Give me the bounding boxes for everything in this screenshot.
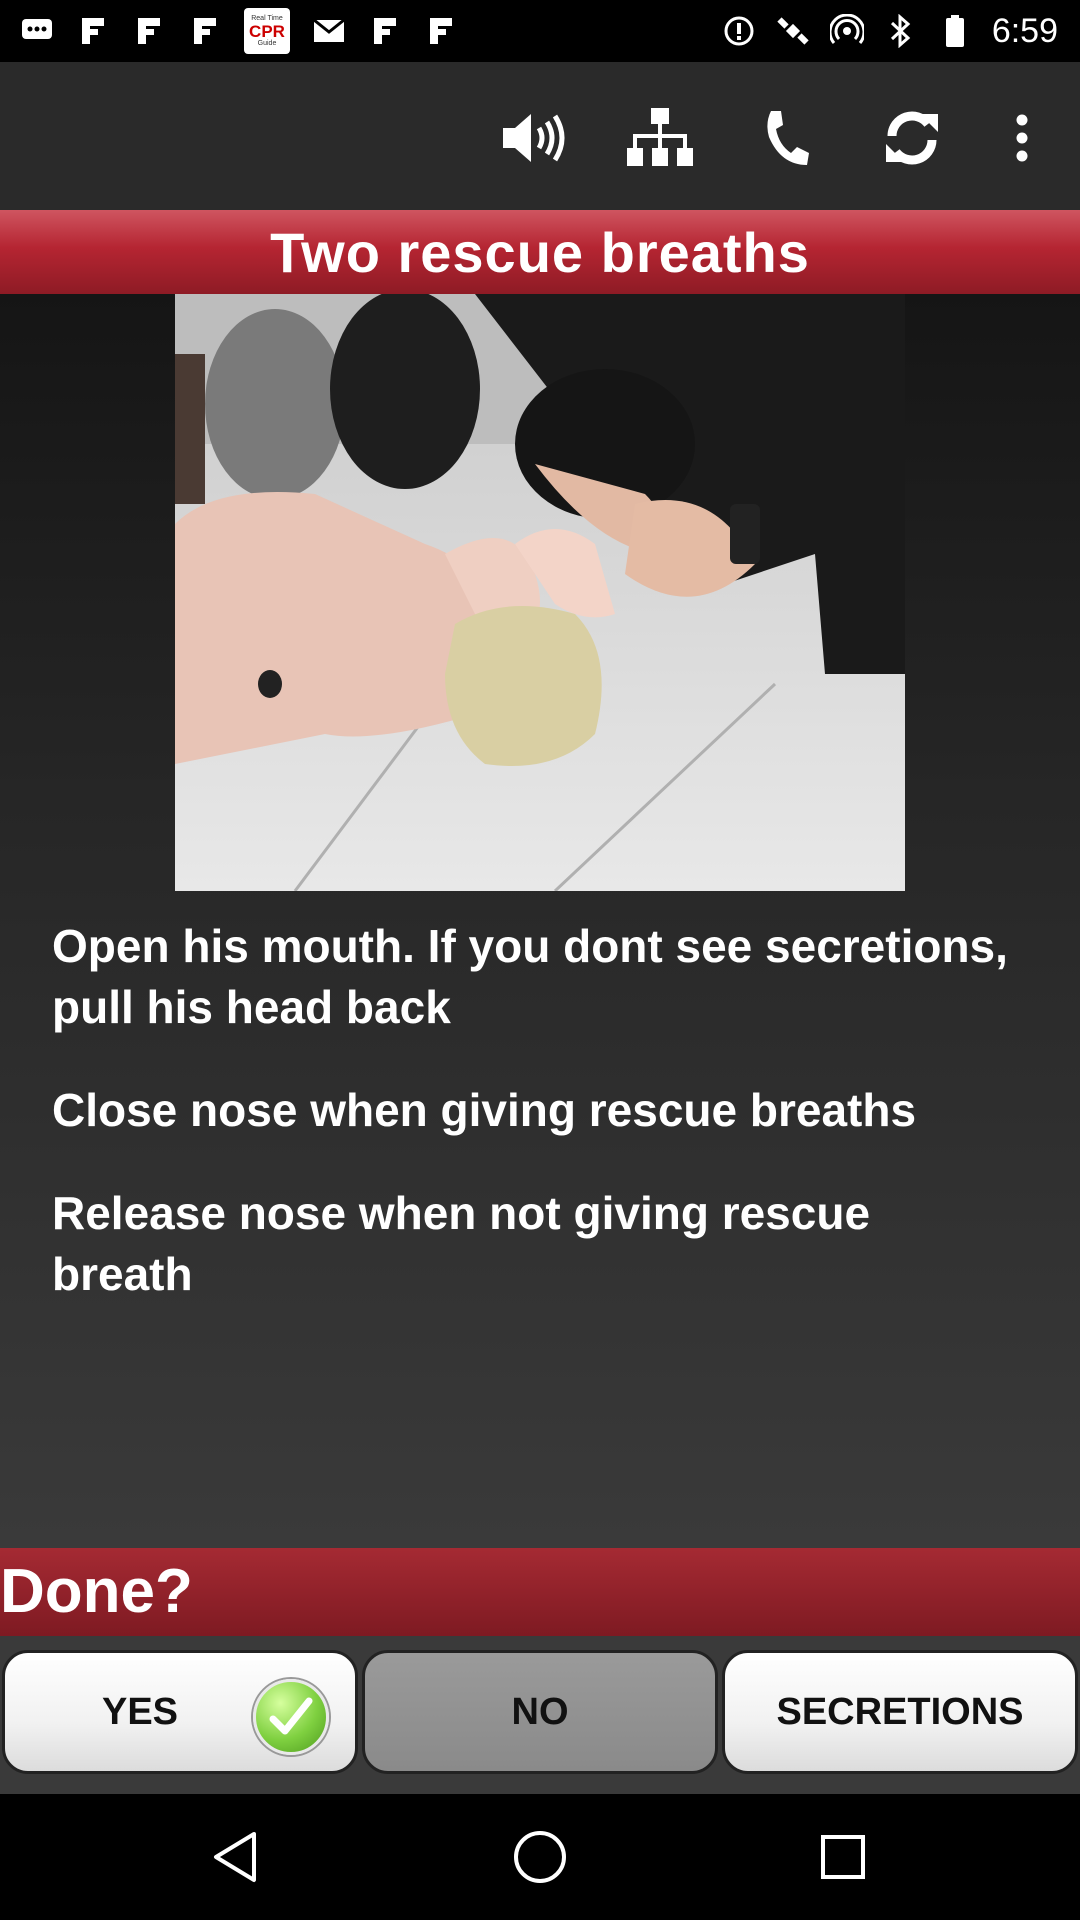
info-icon xyxy=(722,14,756,48)
secretions-label: SECRETIONS xyxy=(776,1690,1024,1733)
sitemap-icon[interactable] xyxy=(620,98,700,178)
home-icon[interactable] xyxy=(505,1822,575,1892)
back-icon[interactable] xyxy=(200,1822,270,1892)
app-badge-line2: CPR xyxy=(249,21,285,41)
notification-icon xyxy=(132,14,166,48)
instruction-release-nose: Release nose when not giving rescue brea… xyxy=(52,1187,871,1300)
refresh-icon[interactable] xyxy=(872,98,952,178)
choice-buttons: YES NO SECRETIONS xyxy=(0,1636,1080,1794)
overflow-menu-icon[interactable] xyxy=(982,98,1062,178)
action-bar xyxy=(0,62,1080,210)
status-bar-notifications: Real Time CPR Guide xyxy=(20,8,458,54)
messages-icon xyxy=(20,14,54,48)
yes-button[interactable]: YES xyxy=(2,1650,358,1774)
no-label: NO xyxy=(511,1690,569,1733)
done-bar: Done? xyxy=(0,1548,1080,1636)
app-badge-icon: Real Time CPR Guide xyxy=(244,8,290,54)
satellite-icon xyxy=(776,14,810,48)
instruction-close-nose: Close nose when giving rescue breaths xyxy=(52,1084,917,1136)
status-bar: Real Time CPR Guide 6:59 xyxy=(0,0,1080,62)
yes-label: YES xyxy=(101,1690,179,1733)
checkmark-icon xyxy=(253,1679,329,1755)
notification-icon xyxy=(76,14,110,48)
rescue-breath-photo xyxy=(175,294,905,891)
battery-icon xyxy=(938,14,972,48)
notification-icon xyxy=(368,14,402,48)
notification-icon xyxy=(188,14,222,48)
page-title: Two rescue breaths xyxy=(270,220,810,284)
clock: 6:59 xyxy=(991,11,1058,50)
volume-icon[interactable] xyxy=(494,98,574,178)
instructions-list: Open his mouth. If you dont see secretio… xyxy=(52,916,1012,1347)
bluetooth-icon xyxy=(884,14,918,48)
recents-icon[interactable] xyxy=(808,1822,878,1892)
no-button[interactable]: NO xyxy=(362,1650,718,1774)
navigation-bar xyxy=(0,1794,1080,1920)
mail-icon xyxy=(312,14,346,48)
notification-icon xyxy=(424,14,458,48)
secretions-button[interactable]: SECRETIONS xyxy=(722,1650,1078,1774)
instruction-open-mouth: Open his mouth. If you dont see secretio… xyxy=(52,920,1008,1033)
phone-icon[interactable] xyxy=(746,98,826,178)
done-label: Done? xyxy=(0,1557,193,1626)
title-banner: Two rescue breaths xyxy=(0,210,1080,294)
app-badge-line3: Guide xyxy=(257,39,277,47)
main-content: Open his mouth. If you dont see secretio… xyxy=(0,294,1080,1548)
hotspot-icon xyxy=(829,14,864,48)
status-bar-system: 6:59 xyxy=(722,8,1058,54)
